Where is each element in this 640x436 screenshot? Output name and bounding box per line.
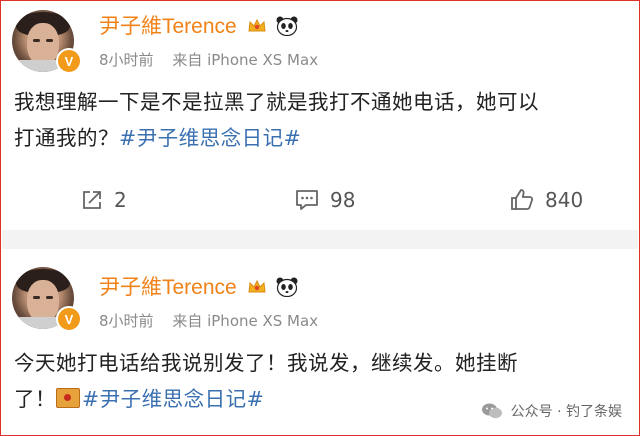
post-source: 来自 iPhone XS Max (172, 51, 319, 69)
post-meta: 8小时前 来自 iPhone XS Max (99, 310, 332, 331)
weibo-post-1: V 尹子維Terence 8小时前 来自 iPhone XS Max 我想理解一… (2, 2, 638, 230)
watermark: 公众号 · 钓了条娱 (481, 401, 622, 421)
crown-icon (248, 279, 266, 293)
verified-badge-icon: V (56, 306, 82, 332)
post-time: 8小时前 (99, 312, 154, 330)
post-actions: 2 98 840 (2, 180, 638, 220)
panda-icon (276, 277, 298, 297)
post-text-line-1: 今天她打电话给我说别发了！我说发，继续发。她挂断 (14, 351, 518, 375)
post-text-line-1: 我想理解一下是不是拉黑了就是我打不通她电话，她可以 (14, 90, 539, 114)
post-author[interactable]: 尹子維Terence (99, 10, 298, 40)
share-button[interactable]: 2 (80, 180, 127, 220)
post-meta: 8小时前 来自 iPhone XS Max (99, 49, 332, 70)
post-source: 来自 iPhone XS Max (172, 312, 319, 330)
screenshot-frame: V 尹子維Terence 8小时前 来自 iPhone XS Max 我想理解一… (0, 0, 640, 436)
hashtag-link[interactable]: #尹子维思念日记# (119, 126, 301, 150)
username-text[interactable]: 尹子維Terence (99, 276, 237, 299)
post-text-line-2: 了！ (14, 387, 56, 411)
comment-icon (296, 190, 318, 210)
like-button[interactable]: 840 (509, 180, 583, 220)
share-icon (83, 191, 101, 209)
post-author[interactable]: 尹子維Terence (99, 271, 298, 301)
post-divider (2, 230, 638, 249)
username-text[interactable]: 尹子維Terence (99, 15, 237, 38)
post-content: 我想理解一下是不是拉黑了就是我打不通她电话，她可以 打通我的？#尹子维思念日记# (14, 84, 634, 156)
like-icon (511, 189, 534, 210)
comment-button[interactable]: 98 (294, 180, 355, 220)
crown-icon (248, 18, 266, 32)
envelope-emoji-icon (56, 388, 80, 408)
post-time: 8小时前 (99, 51, 154, 69)
verified-badge-icon: V (56, 48, 82, 74)
like-count: 840 (545, 188, 584, 212)
comment-count: 98 (330, 188, 356, 212)
share-count: 2 (114, 188, 127, 212)
panda-icon (276, 16, 298, 36)
watermark-label: 公众号 · 钓了条娱 (510, 404, 622, 420)
weibo-post-2: V 尹子維Terence 8小时前 来自 iPhone XS Max 今天她打电… (2, 249, 638, 435)
hashtag-link[interactable]: #尹子维思念日记# (82, 387, 264, 411)
post-text-line-2: 打通我的？ (14, 126, 119, 150)
wechat-icon (481, 403, 502, 419)
